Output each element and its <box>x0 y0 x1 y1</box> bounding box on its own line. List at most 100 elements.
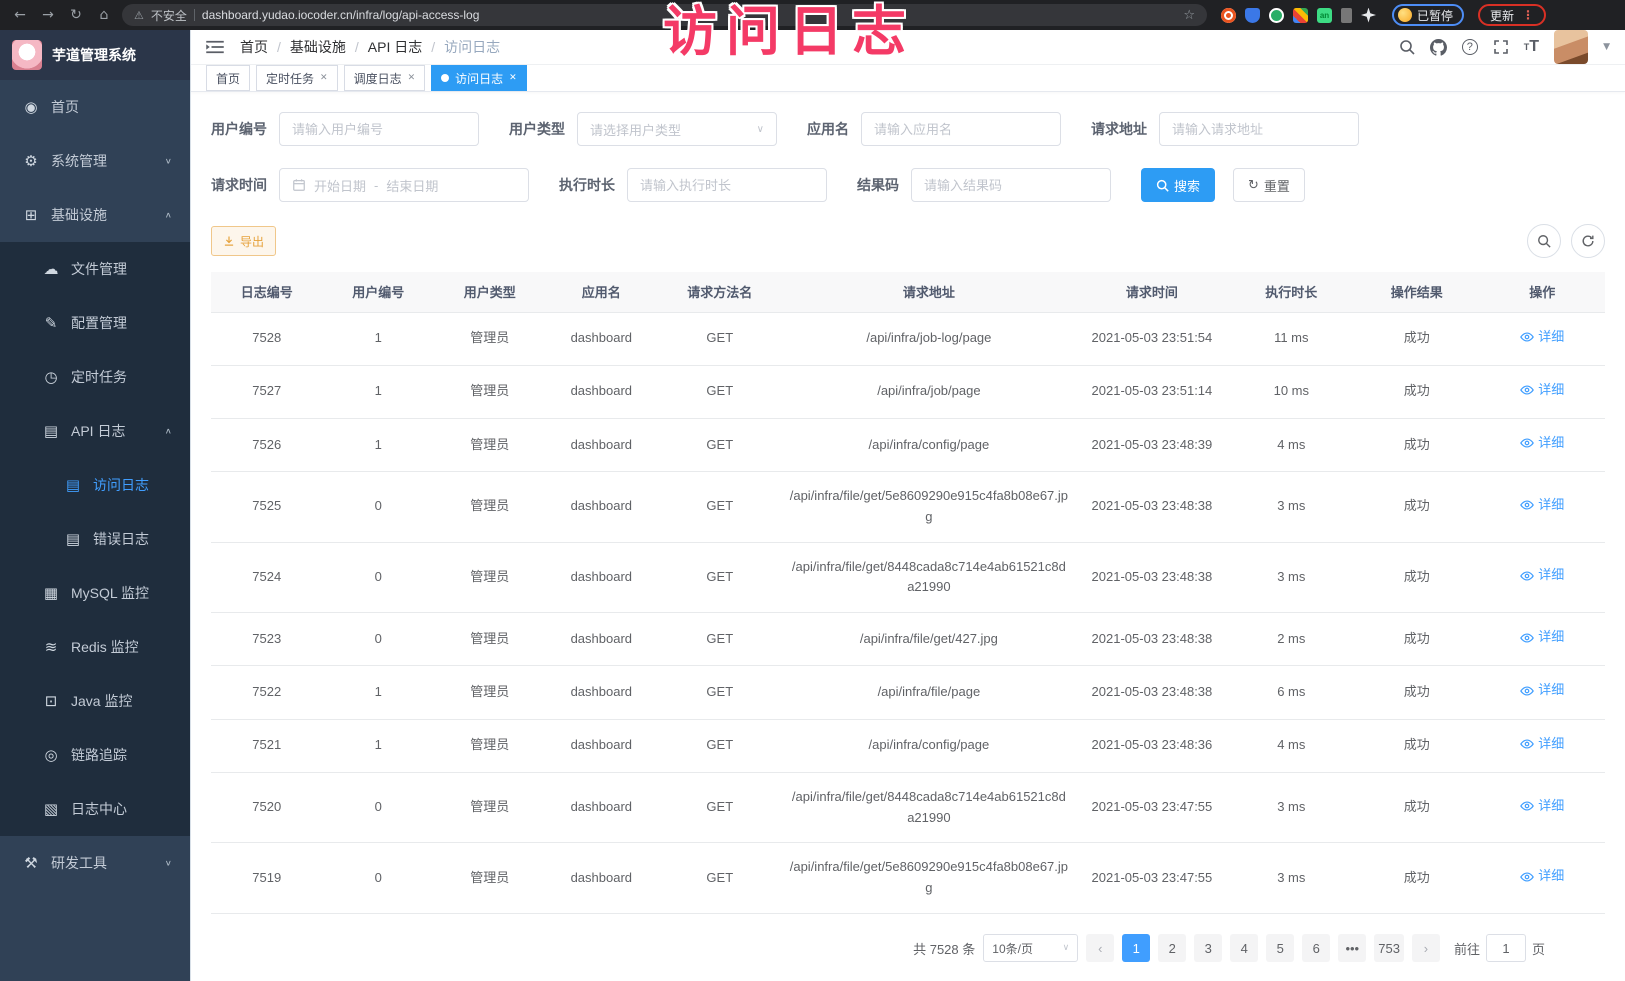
close-icon[interactable]: ✕ <box>320 73 328 83</box>
cell-request-time: 2021-05-03 23:47:55 <box>1075 843 1228 914</box>
ext-donut-icon[interactable] <box>1221 8 1236 23</box>
user-id-input[interactable] <box>279 112 479 146</box>
detail-link[interactable]: 详细 <box>1520 327 1564 348</box>
request-time-range-picker[interactable]: 开始日期 - 结束日期 <box>279 168 529 202</box>
font-size-icon[interactable]: TT <box>1524 38 1539 56</box>
search-button[interactable]: 搜索 <box>1141 168 1215 202</box>
page-button[interactable]: 6 <box>1302 934 1330 962</box>
next-page-button[interactable]: › <box>1412 934 1440 962</box>
start-date-placeholder[interactable]: 开始日期 <box>314 176 366 195</box>
sidebar-item-redis-monitor[interactable]: ≋ Redis 监控 <box>0 620 190 674</box>
sidebar-item-api-logs[interactable]: ▤ API 日志 ∧ <box>0 404 190 458</box>
ext-phone-icon[interactable] <box>1341 8 1352 23</box>
fullscreen-icon[interactable] <box>1493 39 1509 55</box>
breadcrumb-home[interactable]: 首页 <box>240 37 268 57</box>
sidebar-item-mysql-monitor[interactable]: ▦ MySQL 监控 <box>0 566 190 620</box>
github-icon[interactable] <box>1430 39 1447 56</box>
cell-app-name: dashboard <box>546 542 658 613</box>
sidebar-item-devtools[interactable]: ⚒ 研发工具 ∨ <box>0 836 190 890</box>
forward-icon[interactable]: → <box>38 7 58 23</box>
page-button[interactable]: 4 <box>1230 934 1258 962</box>
search-icon[interactable] <box>1399 39 1415 55</box>
tag-access-log[interactable]: 访问日志 ✕ <box>431 65 527 91</box>
breadcrumb-api-logs[interactable]: API 日志 <box>368 37 422 57</box>
sidebar-item-log-center[interactable]: ▧ 日志中心 <box>0 782 190 836</box>
tag-scheduled-tasks[interactable]: 定时任务 ✕ <box>256 65 338 91</box>
reset-button[interactable]: ↻ 重置 <box>1233 168 1305 202</box>
cell-result: 成功 <box>1354 613 1479 666</box>
calendar-icon <box>292 178 306 192</box>
breadcrumb-infrastructure[interactable]: 基础设施 <box>290 37 346 57</box>
detail-link[interactable]: 详细 <box>1520 796 1564 817</box>
tag-schedule-log[interactable]: 调度日志 ✕ <box>344 65 426 91</box>
access-log-table: 日志编号 用户编号 用户类型 应用名 请求方法名 请求地址 请求时间 执行时长 … <box>211 272 1605 914</box>
detail-link[interactable]: 详细 <box>1520 380 1564 401</box>
result-code-input[interactable] <box>911 168 1111 202</box>
close-icon[interactable]: ✕ <box>509 73 517 83</box>
end-date-placeholder[interactable]: 结束日期 <box>386 176 438 195</box>
sidebar-item-home[interactable]: ◉ 首页 <box>0 80 190 134</box>
browser-menu-icon[interactable]: ⋮ <box>1522 8 1534 22</box>
paused-extension-badge[interactable]: 已暂停 <box>1392 4 1464 26</box>
page-button[interactable]: 753 <box>1374 934 1404 962</box>
sidebar-item-error-log[interactable]: ▤ 错误日志 <box>0 512 190 566</box>
infrastructure-icon: ⊞ <box>20 206 42 224</box>
sidebar-item-trace[interactable]: ◎ 链路追踪 <box>0 728 190 782</box>
page-button[interactable]: 1 <box>1122 934 1150 962</box>
home-icon[interactable]: ⌂ <box>94 7 114 23</box>
page-button[interactable]: 2 <box>1158 934 1186 962</box>
close-icon[interactable]: ✕ <box>408 73 416 83</box>
sidebar-item-config-management[interactable]: ✎ 配置管理 <box>0 296 190 350</box>
ext-puzzle-icon[interactable] <box>1293 8 1308 23</box>
url-text[interactable]: dashboard.yudao.iocoder.cn/infra/log/api… <box>202 8 480 22</box>
sidebar-item-java-monitor[interactable]: ⊡ Java 监控 <box>0 674 190 728</box>
sidebar-item-system[interactable]: ⚙ 系统管理 ∨ <box>0 134 190 188</box>
page-button[interactable]: 3 <box>1194 934 1222 962</box>
avatar-caret-icon[interactable]: ▼ <box>1603 42 1610 52</box>
cell-request-time: 2021-05-03 23:48:38 <box>1075 613 1228 666</box>
ext-an-icon[interactable]: an <box>1317 8 1332 23</box>
refresh-table-button[interactable] <box>1571 224 1605 258</box>
tag-home[interactable]: 首页 <box>206 65 250 91</box>
detail-link[interactable]: 详细 <box>1520 433 1564 454</box>
cell-app-name: dashboard <box>546 312 658 365</box>
page-size-select[interactable]: 10条/页 ∨ <box>983 934 1078 962</box>
app-name-input[interactable] <box>861 112 1061 146</box>
sidebar-item-scheduled-tasks[interactable]: ◷ 定时任务 <box>0 350 190 404</box>
page-button[interactable]: ••• <box>1338 934 1366 962</box>
user-avatar[interactable] <box>1554 30 1588 64</box>
sidebar-item-file-management[interactable]: ☁ 文件管理 <box>0 242 190 296</box>
page-button[interactable]: 5 <box>1266 934 1294 962</box>
ext-green-circle-icon[interactable] <box>1269 8 1284 23</box>
ext-shield-icon[interactable] <box>1245 8 1260 23</box>
detail-link[interactable]: 详细 <box>1520 866 1564 887</box>
detail-link[interactable]: 详细 <box>1520 680 1564 701</box>
bookmark-star-icon[interactable]: ☆ <box>1183 8 1195 23</box>
help-icon[interactable]: ? <box>1462 39 1478 55</box>
detail-link[interactable]: 详细 <box>1520 495 1564 516</box>
user-type-select[interactable]: 请选择用户类型 ∨ <box>577 112 777 146</box>
detail-link[interactable]: 详细 <box>1520 565 1564 586</box>
duration-input[interactable] <box>627 168 827 202</box>
sidebar-menu: ◉ 首页 ⚙ 系统管理 ∨ ⊞ 基础设施 ∧ ☁ 文件管理 ✎ 配置管 <box>0 80 190 890</box>
logo[interactable]: 芋道管理系统 <box>0 30 190 80</box>
export-button[interactable]: 导出 <box>211 226 276 256</box>
prev-page-button[interactable]: ‹ <box>1086 934 1114 962</box>
download-icon <box>223 235 235 247</box>
ext-pinwheel-icon[interactable] <box>1361 8 1376 23</box>
page-jump-input[interactable] <box>1486 934 1526 962</box>
sidebar-item-access-log[interactable]: ▤ 访问日志 <box>0 458 190 512</box>
hide-search-button[interactable] <box>1527 224 1561 258</box>
active-dot <box>441 74 449 82</box>
request-url-input[interactable] <box>1159 112 1359 146</box>
sidebar-item-infrastructure[interactable]: ⊞ 基础设施 ∧ <box>0 188 190 242</box>
reload-icon[interactable]: ↻ <box>66 7 86 23</box>
detail-link[interactable]: 详细 <box>1520 627 1564 648</box>
cloud-upload-icon: ☁ <box>40 260 62 278</box>
redis-icon: ≋ <box>40 638 62 656</box>
sidebar-toggle-icon[interactable] <box>206 40 224 54</box>
browser-update-button[interactable]: 更新 ⋮ <box>1478 4 1546 26</box>
address-bar[interactable]: ⚠ 不安全 dashboard.yudao.iocoder.cn/infra/l… <box>122 4 1207 26</box>
detail-link[interactable]: 详细 <box>1520 734 1564 755</box>
back-icon[interactable]: ← <box>10 7 30 23</box>
